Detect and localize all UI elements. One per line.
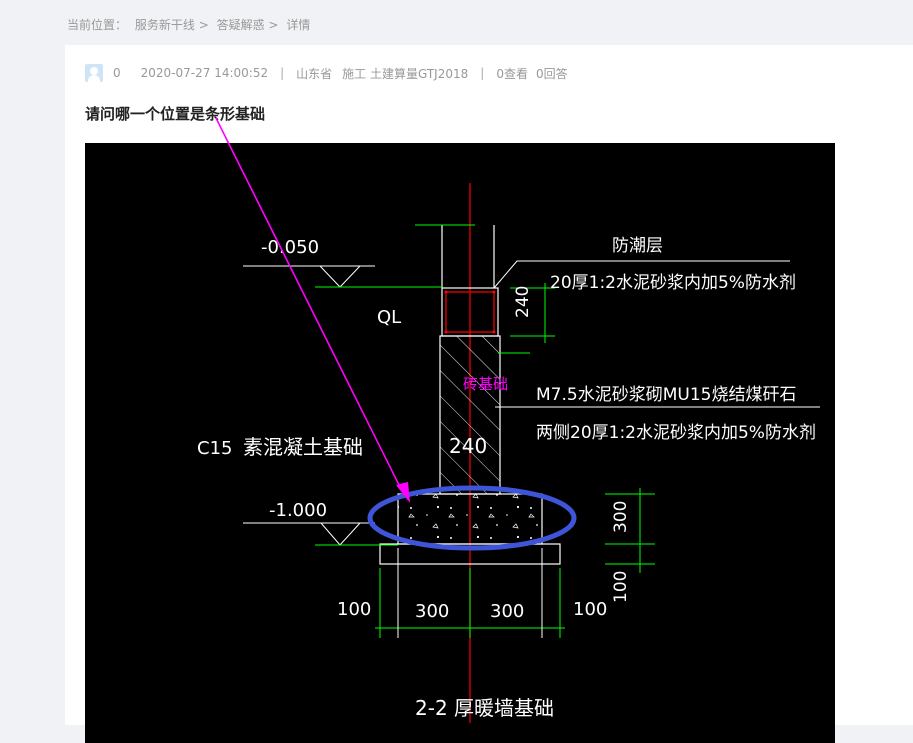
dim-240-wall: 240	[449, 434, 487, 458]
question-card: 0 2020-07-27 14:00:52 | 山东省 施工 土建算量GTJ20…	[65, 45, 913, 743]
region-tag: 山东省	[296, 66, 333, 81]
breadcrumb-current: 详情	[286, 18, 311, 32]
brick-foundation	[439, 335, 501, 495]
meta-divider: |	[480, 66, 485, 80]
concrete-footing	[397, 493, 543, 545]
bottom-caption: 2-2 厚暖墙基础	[415, 696, 554, 720]
breadcrumb-link-service[interactable]: 服务新干线	[135, 18, 195, 32]
post-datetime: 2020-07-27 14:00:52	[140, 66, 269, 80]
question-title: 请问哪一个位置是条形基础	[85, 105, 266, 123]
both-sides-spec: 两侧20厚1:2水泥砂浆内加5%防水剂	[536, 423, 816, 443]
c15-label: C15	[197, 438, 232, 459]
ql-label: QL	[377, 307, 401, 328]
breadcrumb-separator: >	[268, 18, 279, 32]
meta-divider: |	[280, 66, 285, 80]
level-bottom-label: -1.000	[269, 500, 327, 521]
question-image[interactable]: -0.050 QL 防潮层 20厚1:2水泥砂浆内加5%防水剂 240 砖基础 …	[85, 143, 835, 743]
avatar[interactable]	[85, 64, 103, 82]
level-marker-bottom	[320, 522, 361, 546]
breadcrumb: 当前位置： 服务新干线 > 答疑解惑 > 详情	[67, 16, 314, 33]
dim-300-b: 300	[490, 601, 524, 622]
level-marker-top	[319, 265, 361, 288]
plain-concrete-label: 素混凝土基础	[243, 435, 363, 459]
category-tag: 施工 土建算量GTJ2018	[342, 66, 469, 81]
cad-drawing: -0.050 QL 防潮层 20厚1:2水泥砂浆内加5%防水剂 240 砖基础 …	[197, 183, 820, 723]
dim-100-b: 100	[573, 599, 607, 620]
question-meta: 0 2020-07-27 14:00:52 | 山东省 施工 土建算量GTJ20…	[85, 63, 568, 83]
dim-100-right: 100	[611, 571, 631, 603]
breadcrumb-link-qa[interactable]: 答疑解惑	[217, 18, 265, 32]
breadcrumb-separator: >	[198, 18, 209, 32]
dim-300-a: 300	[415, 601, 449, 622]
dim-100-left: 100	[337, 599, 371, 620]
user-name[interactable]: 0	[113, 66, 121, 80]
answer-count: 0回答	[535, 66, 568, 81]
damp-proof-label: 防潮层	[612, 236, 663, 256]
level-top-label: -0.050	[261, 237, 319, 258]
view-count: 0查看	[496, 66, 528, 81]
damp-proof-spec: 20厚1:2水泥砂浆内加5%防水剂	[550, 273, 796, 293]
brick-foundation-annotation: 砖基础	[463, 375, 508, 393]
breadcrumb-prefix: 当前位置：	[67, 18, 128, 32]
dim-300-right: 300	[611, 501, 631, 533]
dim-240-vertical: 240	[513, 286, 533, 318]
mortar-spec: M7.5水泥砂浆砌MU15烧结煤矸石	[536, 385, 796, 405]
